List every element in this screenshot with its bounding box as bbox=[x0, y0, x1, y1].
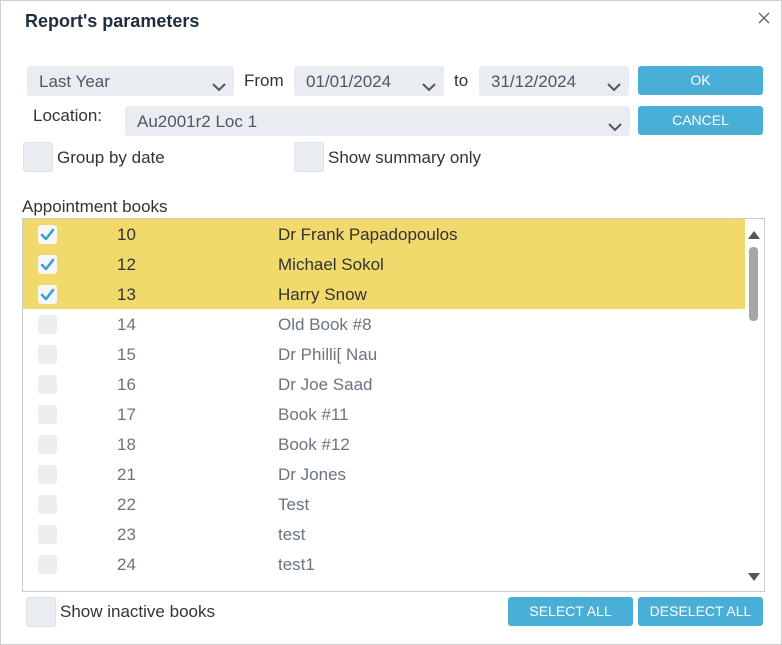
show-summary-only-label: Show summary only bbox=[328, 148, 482, 167]
deselect-all-button[interactable]: DESELECT ALL bbox=[638, 597, 763, 626]
list-scrollbar[interactable] bbox=[744, 219, 764, 591]
book-name: Dr Jones bbox=[278, 465, 347, 484]
book-name: test bbox=[278, 525, 306, 544]
close-icon[interactable] bbox=[757, 11, 773, 27]
scroll-down-icon[interactable] bbox=[748, 569, 760, 587]
book-row[interactable]: 17 Book #11 bbox=[23, 399, 745, 429]
book-number: 22 bbox=[117, 495, 136, 514]
check-icon bbox=[40, 288, 55, 301]
to-label: to bbox=[454, 71, 469, 90]
from-date-select[interactable]: 01/01/2024 bbox=[294, 66, 444, 96]
location-select[interactable]: Au2001r2 Loc 1 bbox=[125, 106, 630, 136]
book-row[interactable]: 24 test1 bbox=[23, 549, 745, 579]
book-row[interactable]: 14 Old Book #8 bbox=[23, 309, 745, 339]
from-date-value: 01/01/2024 bbox=[306, 72, 392, 91]
book-name: Michael Sokol bbox=[278, 255, 384, 274]
book-name: Book #12 bbox=[278, 435, 350, 454]
book-name: Test bbox=[278, 495, 310, 514]
chevron-down-icon bbox=[607, 77, 621, 97]
book-number: 23 bbox=[117, 525, 136, 544]
book-row[interactable]: 21 Dr Jones bbox=[23, 459, 745, 489]
appointment-books-list: 10 Dr Frank Papadopoulos 12 Michael Sokol 13… bbox=[22, 218, 765, 592]
select-all-button[interactable]: SELECT ALL bbox=[508, 597, 633, 626]
scroll-up-icon[interactable] bbox=[748, 226, 760, 244]
cancel-button[interactable]: CANCEL bbox=[638, 106, 763, 135]
location-label: Location: bbox=[33, 106, 102, 125]
book-number: 21 bbox=[117, 465, 136, 484]
book-number: 15 bbox=[117, 345, 136, 364]
book-checkbox[interactable] bbox=[38, 225, 57, 244]
chevron-down-icon bbox=[608, 117, 622, 137]
book-number: 16 bbox=[117, 375, 136, 394]
book-name: Dr Joe Saad bbox=[278, 375, 373, 394]
book-number: 10 bbox=[117, 225, 136, 244]
book-row[interactable]: 15 Dr Philli[ Nau bbox=[23, 339, 745, 369]
book-row[interactable]: 23 test bbox=[23, 519, 745, 549]
ok-button[interactable]: OK bbox=[638, 66, 763, 95]
dialog-title: Report's parameters bbox=[25, 11, 200, 31]
book-number: 13 bbox=[117, 285, 136, 304]
book-checkbox[interactable] bbox=[38, 285, 57, 304]
location-select-value: Au2001r2 Loc 1 bbox=[137, 112, 258, 131]
book-number: 14 bbox=[117, 315, 136, 334]
check-icon bbox=[40, 228, 55, 241]
show-inactive-books-checkbox[interactable] bbox=[26, 597, 56, 627]
book-row[interactable]: 13 Harry Snow bbox=[23, 279, 745, 309]
group-by-date-checkbox[interactable] bbox=[23, 142, 53, 172]
book-checkbox[interactable] bbox=[38, 255, 57, 274]
check-icon bbox=[40, 258, 55, 271]
book-row[interactable]: 12 Michael Sokol bbox=[23, 249, 745, 279]
book-name: Old Book #8 bbox=[278, 315, 372, 334]
book-checkbox[interactable] bbox=[38, 525, 57, 544]
book-name: test1 bbox=[278, 555, 315, 574]
book-checkbox[interactable] bbox=[38, 375, 57, 394]
scrollbar-thumb[interactable] bbox=[749, 247, 758, 321]
show-inactive-books-label: Show inactive books bbox=[60, 602, 215, 621]
chevron-down-icon bbox=[422, 77, 436, 97]
book-checkbox[interactable] bbox=[38, 435, 57, 454]
group-by-date-label: Group by date bbox=[57, 148, 165, 167]
book-number: 24 bbox=[117, 555, 136, 574]
book-name: Dr Frank Papadopoulos bbox=[278, 225, 458, 244]
period-select[interactable]: Last Year bbox=[27, 66, 234, 96]
from-label: From bbox=[244, 71, 284, 90]
book-name: Book #11 bbox=[278, 405, 349, 424]
book-name: Dr Philli[ Nau bbox=[278, 345, 378, 364]
book-checkbox[interactable] bbox=[38, 345, 57, 364]
book-name: Harry Snow bbox=[278, 285, 367, 304]
book-checkbox[interactable] bbox=[38, 465, 57, 484]
appointment-books-label: Appointment books bbox=[22, 197, 168, 216]
to-date-value: 31/12/2024 bbox=[491, 72, 577, 91]
book-number: 12 bbox=[117, 255, 136, 274]
book-checkbox[interactable] bbox=[38, 495, 57, 514]
show-summary-only-checkbox[interactable] bbox=[294, 142, 324, 172]
book-number: 17 bbox=[117, 405, 136, 424]
report-parameters-dialog: Report's parameters Last Year From 01/01… bbox=[0, 0, 782, 645]
book-row[interactable]: 16 Dr Joe Saad bbox=[23, 369, 745, 399]
book-row[interactable]: 22 Test bbox=[23, 489, 745, 519]
period-select-value: Last Year bbox=[39, 72, 110, 91]
book-number: 18 bbox=[117, 435, 136, 454]
book-checkbox[interactable] bbox=[38, 555, 57, 574]
book-checkbox[interactable] bbox=[38, 405, 57, 424]
book-checkbox[interactable] bbox=[38, 315, 57, 334]
to-date-select[interactable]: 31/12/2024 bbox=[479, 66, 629, 96]
book-row[interactable]: 10 Dr Frank Papadopoulos bbox=[23, 219, 745, 249]
book-row[interactable]: 18 Book #12 bbox=[23, 429, 745, 459]
chevron-down-icon bbox=[212, 77, 226, 97]
